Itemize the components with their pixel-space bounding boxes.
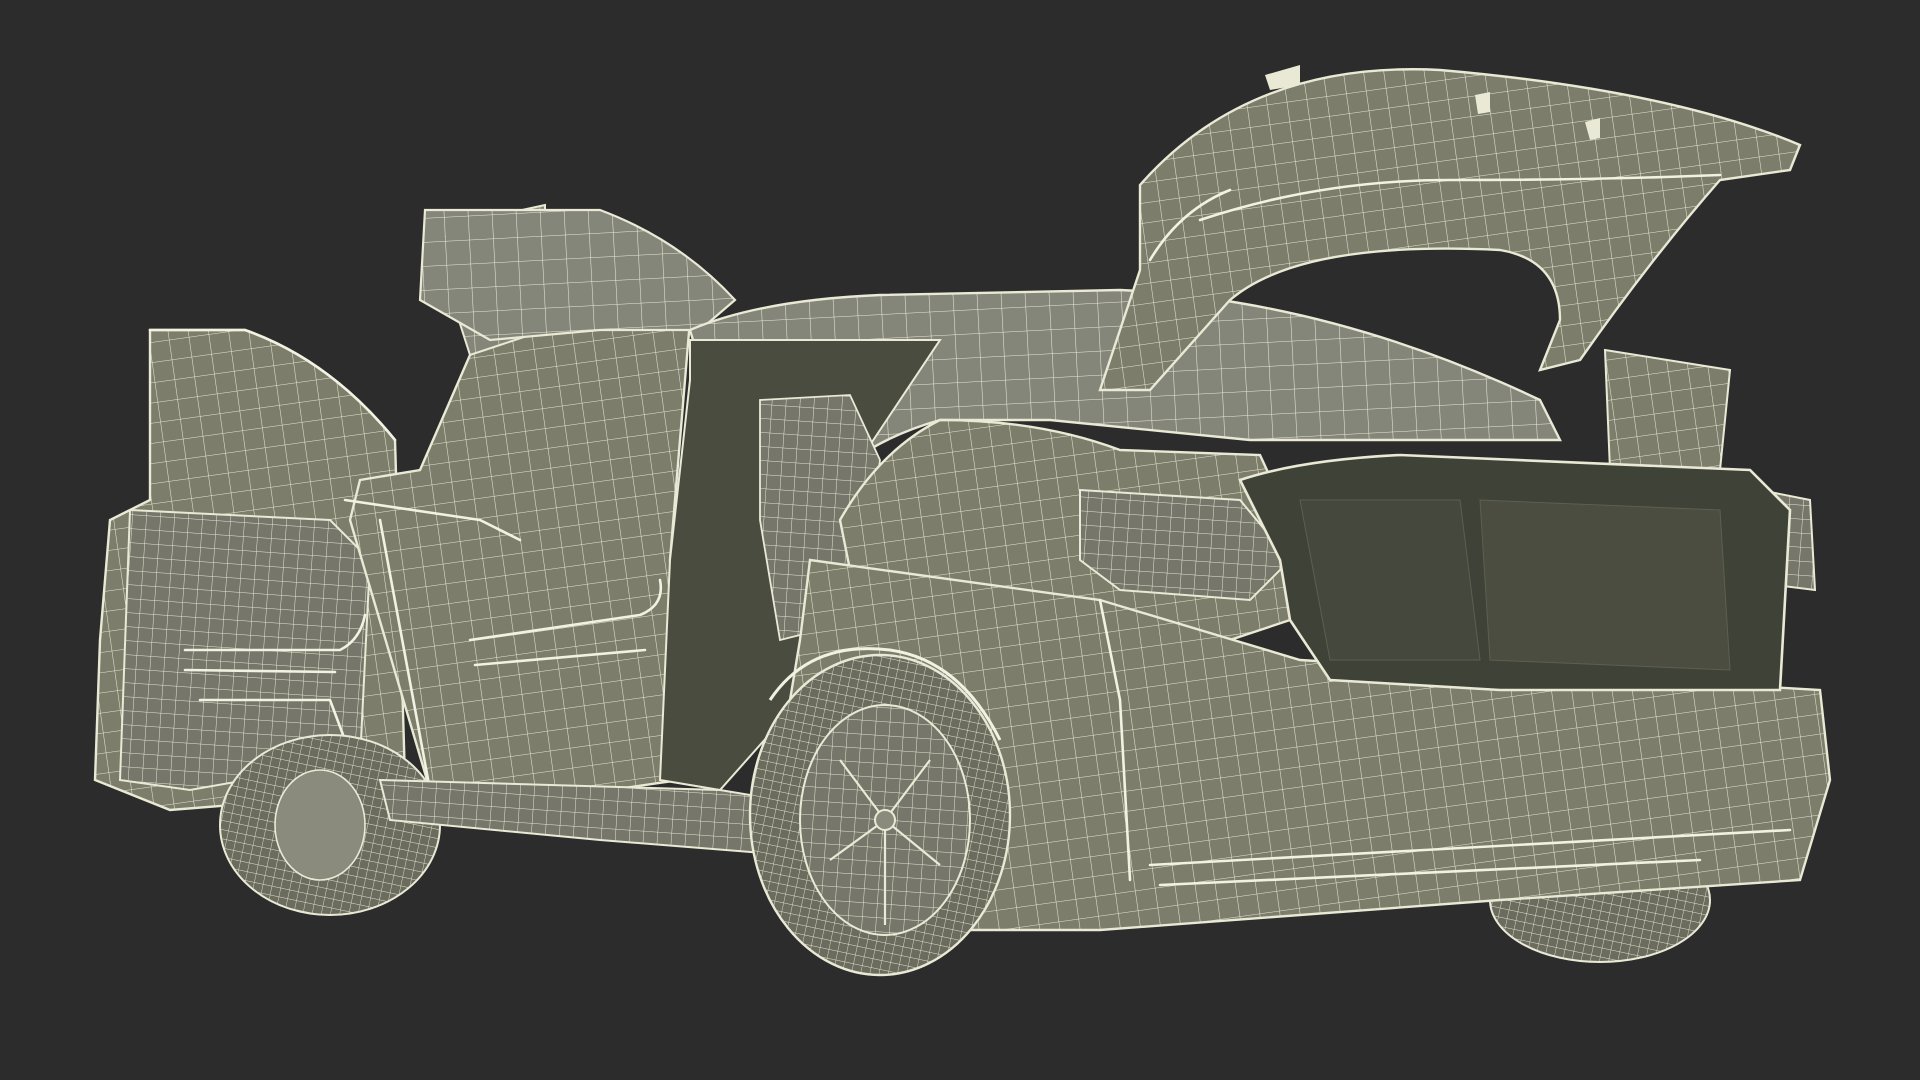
front-door-upper-flap	[418, 208, 737, 342]
front-wheel-left	[219, 734, 441, 916]
car-wireframe-render	[93, 65, 1832, 977]
trunk-opening	[1238, 453, 1792, 692]
render-viewport	[0, 0, 1920, 1080]
